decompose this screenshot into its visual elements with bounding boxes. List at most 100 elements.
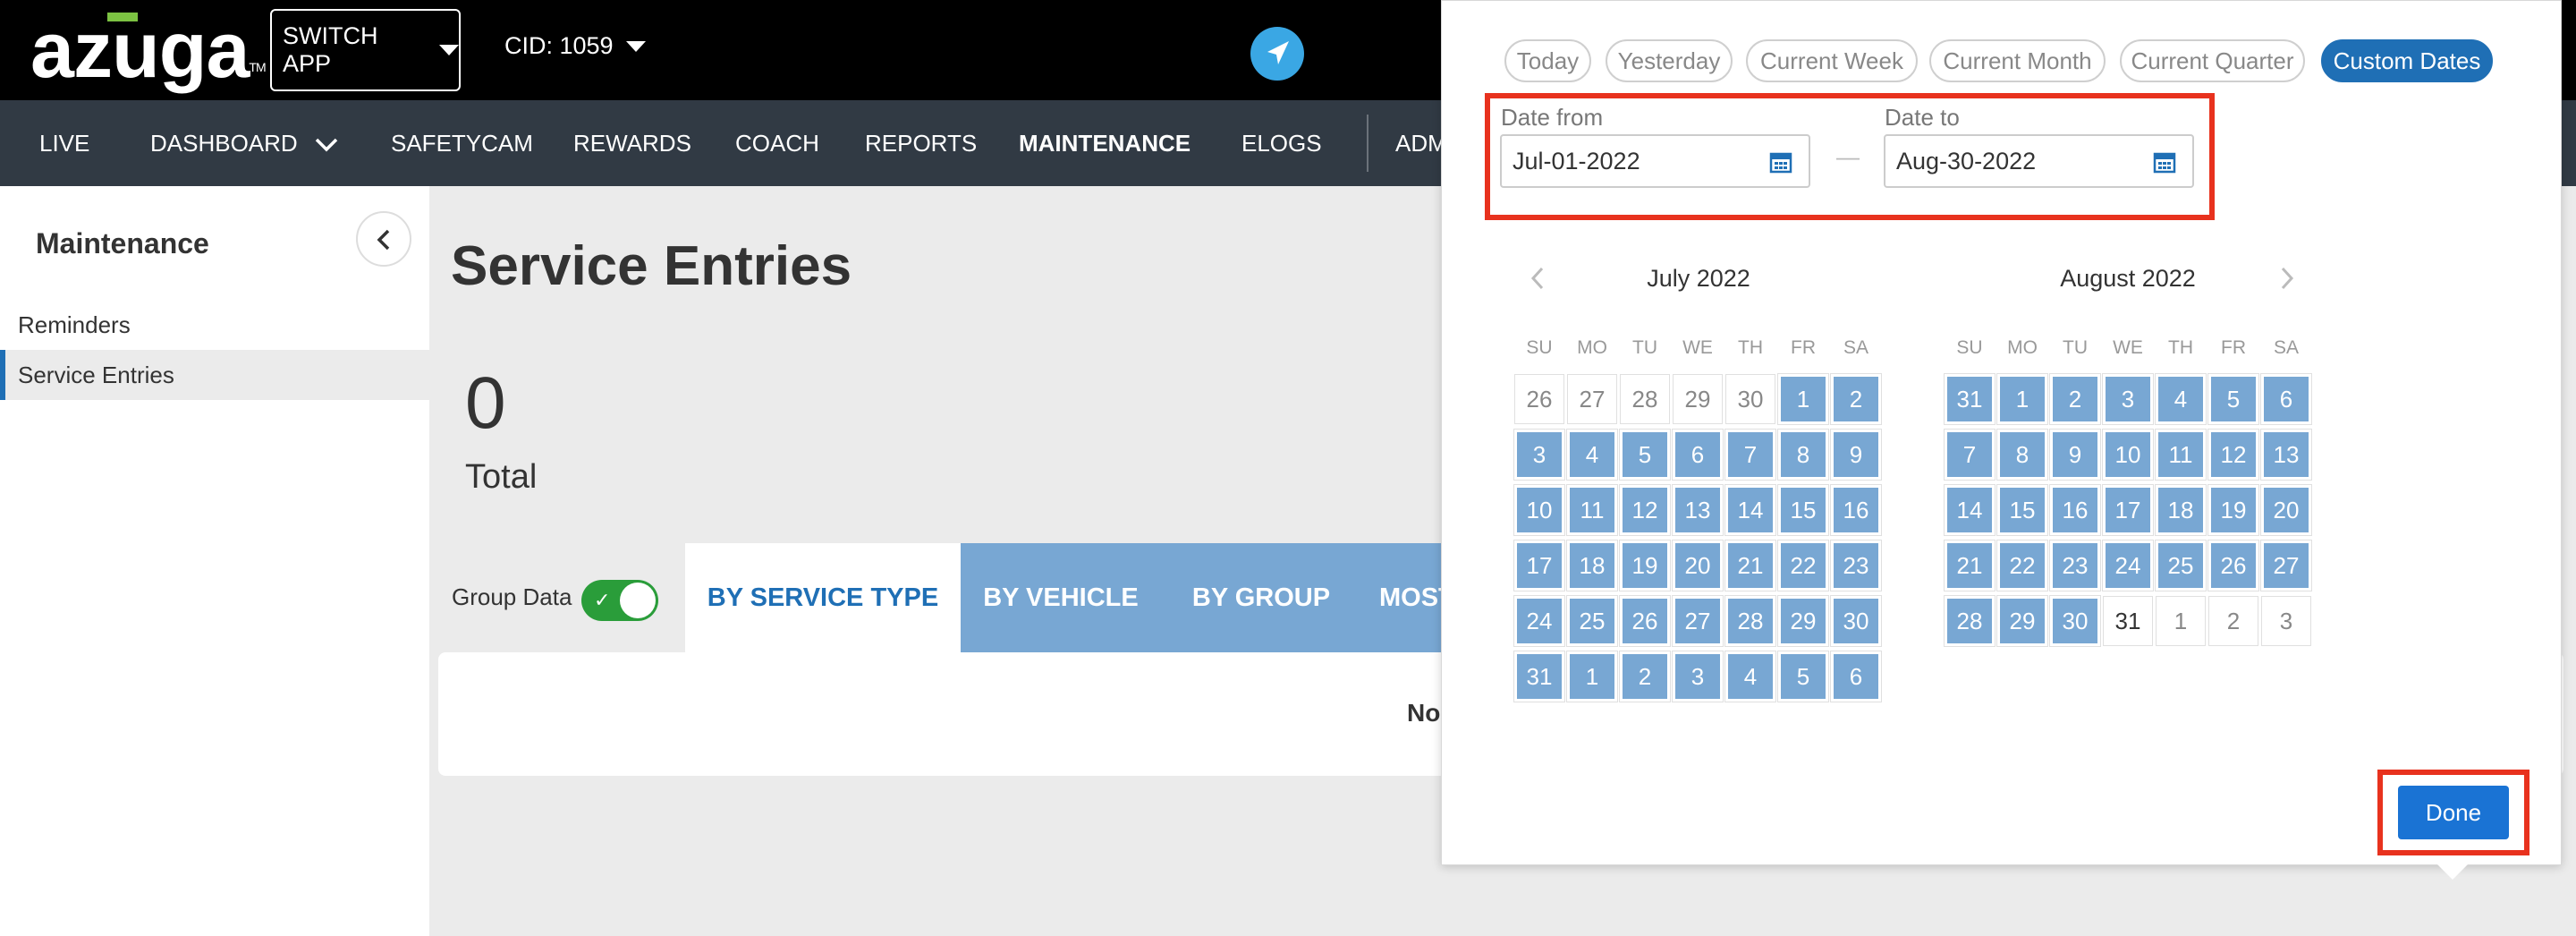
cid-selector[interactable]: CID: 1059 — [504, 32, 646, 60]
calendar-day[interactable]: 25 — [2155, 540, 2207, 591]
calendar-day[interactable]: 27 — [2260, 540, 2312, 591]
calendar-day[interactable]: 2 — [2049, 373, 2101, 425]
tab-by-group[interactable]: BY GROUP — [1161, 543, 1361, 652]
calendar-day[interactable]: 18 — [2155, 484, 2207, 536]
calendar-day[interactable]: 3 — [1672, 651, 1724, 702]
nav-admin[interactable]: ADM — [1395, 100, 1447, 186]
calendar-day[interactable]: 10 — [1513, 484, 1565, 536]
calendar-day[interactable]: 12 — [1619, 484, 1671, 536]
calendar-day[interactable]: 10 — [2102, 429, 2154, 481]
calendar-day[interactable]: 8 — [1996, 429, 2048, 481]
preset-current-month[interactable]: Current Month — [1929, 39, 2106, 82]
calendar-day[interactable]: 4 — [1724, 651, 1776, 702]
calendar-day[interactable]: 28 — [1620, 374, 1670, 424]
calendar-day[interactable]: 29 — [1777, 595, 1829, 647]
calendar-day[interactable]: 16 — [1830, 484, 1882, 536]
calendar-day[interactable]: 31 — [2103, 596, 2153, 646]
nav-rewards[interactable]: REWARDS — [573, 100, 691, 186]
preset-yesterday[interactable]: Yesterday — [1606, 39, 1733, 82]
calendar-day[interactable]: 29 — [1673, 374, 1723, 424]
calendar-day[interactable]: 4 — [1566, 429, 1618, 481]
calendar-day[interactable]: 17 — [2102, 484, 2154, 536]
nav-maintenance[interactable]: MAINTENANCE — [1019, 100, 1191, 186]
preset-today[interactable]: Today — [1504, 39, 1591, 82]
calendar-day[interactable]: 8 — [1777, 429, 1829, 481]
calendar-day[interactable]: 19 — [2207, 484, 2259, 536]
calendar-day[interactable]: 22 — [1777, 540, 1829, 591]
switch-app-button[interactable]: SWITCH APP — [270, 9, 461, 91]
calendar-day[interactable]: 7 — [1944, 429, 1996, 481]
calendar-day[interactable]: 27 — [1567, 374, 1617, 424]
calendar-day[interactable]: 5 — [1619, 429, 1671, 481]
calendar-day[interactable]: 30 — [1830, 595, 1882, 647]
calendar-day[interactable]: 13 — [2260, 429, 2312, 481]
calendar-day[interactable]: 1 — [2156, 596, 2206, 646]
calendar-day[interactable]: 3 — [2102, 373, 2154, 425]
calendar-day[interactable]: 22 — [1996, 540, 2048, 591]
calendar-day[interactable]: 11 — [2155, 429, 2207, 481]
calendar-day[interactable]: 23 — [2049, 540, 2101, 591]
calendar-day[interactable]: 28 — [1944, 595, 1996, 647]
calendar-day[interactable]: 2 — [2208, 596, 2258, 646]
group-data-toggle[interactable]: ✓ — [581, 580, 658, 621]
calendar-day[interactable]: 29 — [1996, 595, 2048, 647]
nav-coach[interactable]: COACH — [735, 100, 819, 186]
nav-elogs[interactable]: ELOGS — [1241, 100, 1322, 186]
calendar-day[interactable]: 14 — [1944, 484, 1996, 536]
calendar-day[interactable]: 31 — [1513, 651, 1565, 702]
azuga-logo[interactable]: azugaTM — [30, 11, 267, 112]
calendar-day[interactable]: 9 — [1830, 429, 1882, 481]
nav-dashboard[interactable]: DASHBOARD — [150, 100, 338, 186]
calendar-day[interactable]: 2 — [1830, 373, 1882, 425]
calendar-day[interactable]: 23 — [1830, 540, 1882, 591]
calendar-day[interactable]: 17 — [1513, 540, 1565, 591]
nav-reports[interactable]: REPORTS — [865, 100, 977, 186]
calendar-day[interactable]: 15 — [1996, 484, 2048, 536]
calendar-day[interactable]: 14 — [1724, 484, 1776, 536]
collapse-sidebar-button[interactable] — [356, 211, 411, 267]
calendar-day[interactable]: 15 — [1777, 484, 1829, 536]
calendar-day[interactable]: 6 — [1830, 651, 1882, 702]
calendar-day[interactable]: 31 — [1944, 373, 1996, 425]
calendar-day[interactable]: 27 — [1672, 595, 1724, 647]
calendar-day[interactable]: 1 — [1996, 373, 2048, 425]
preset-current-week[interactable]: Current Week — [1746, 39, 1918, 82]
nav-safetycam[interactable]: SAFETYCAM — [391, 100, 533, 186]
calendar-day[interactable]: 5 — [2207, 373, 2259, 425]
calendar-day[interactable]: 4 — [2155, 373, 2207, 425]
calendar-day[interactable]: 21 — [1724, 540, 1776, 591]
calendar-day[interactable]: 6 — [1672, 429, 1724, 481]
calendar-day[interactable]: 2 — [1619, 651, 1671, 702]
calendar-day[interactable]: 20 — [1672, 540, 1724, 591]
calendar-day[interactable]: 1 — [1566, 651, 1618, 702]
calendar-day[interactable]: 26 — [1514, 374, 1564, 424]
calendar-day[interactable]: 25 — [1566, 595, 1618, 647]
calendar-day[interactable]: 9 — [2049, 429, 2101, 481]
tab-by-service-type[interactable]: BY SERVICE TYPE — [685, 543, 961, 652]
calendar-day[interactable]: 16 — [2049, 484, 2101, 536]
calendar-day[interactable]: 18 — [1566, 540, 1618, 591]
calendar-day[interactable]: 12 — [2207, 429, 2259, 481]
calendar-day[interactable]: 20 — [2260, 484, 2312, 536]
calendar-day[interactable]: 26 — [2207, 540, 2259, 591]
sidebar-item-service-entries[interactable]: Service Entries — [0, 350, 429, 400]
preset-current-quarter[interactable]: Current Quarter — [2120, 39, 2305, 82]
calendar-day[interactable]: 19 — [1619, 540, 1671, 591]
calendar-day[interactable]: 26 — [1619, 595, 1671, 647]
navigation-arrow-icon[interactable] — [1250, 27, 1304, 81]
calendar-day[interactable]: 21 — [1944, 540, 1996, 591]
calendar-day[interactable]: 3 — [2261, 596, 2311, 646]
calendar-day[interactable]: 13 — [1672, 484, 1724, 536]
sidebar-item-reminders[interactable]: Reminders — [0, 300, 429, 350]
preset-custom-dates[interactable]: Custom Dates — [2321, 39, 2493, 82]
calendar-day[interactable]: 3 — [1513, 429, 1565, 481]
calendar-day[interactable]: 11 — [1566, 484, 1618, 536]
calendar-day[interactable]: 7 — [1724, 429, 1776, 481]
calendar-day[interactable]: 24 — [2102, 540, 2154, 591]
tab-by-vehicle[interactable]: BY VEHICLE — [961, 543, 1161, 652]
nav-live[interactable]: LIVE — [39, 100, 89, 186]
calendar-day[interactable]: 6 — [2260, 373, 2312, 425]
calendar-day[interactable]: 30 — [1725, 374, 1775, 424]
calendar-day[interactable]: 5 — [1777, 651, 1829, 702]
calendar-day[interactable]: 30 — [2049, 595, 2101, 647]
